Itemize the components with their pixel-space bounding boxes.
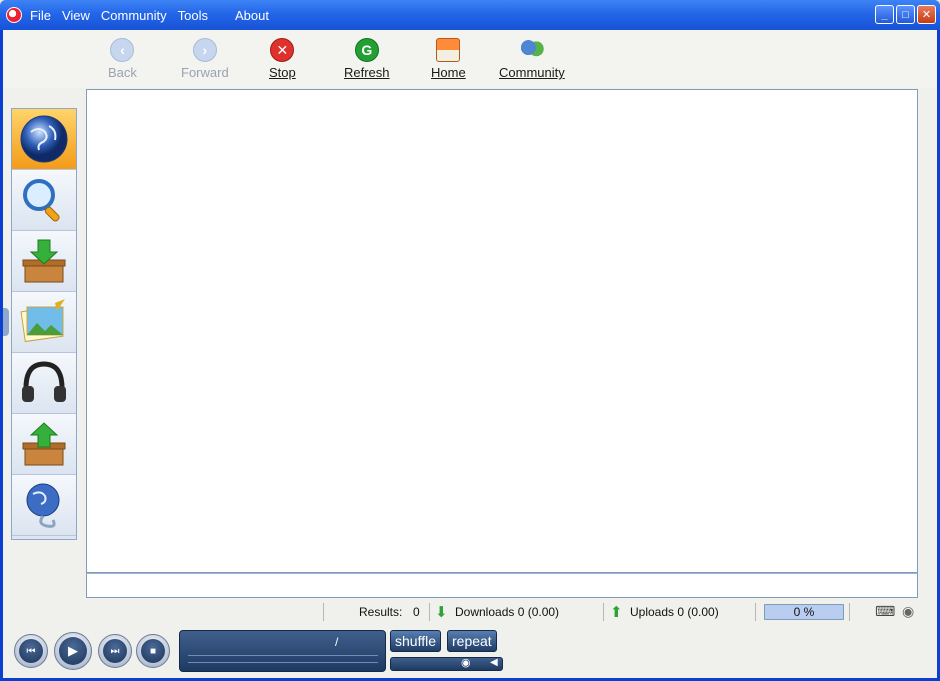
status-bar: Results: 0 ⬇ Downloads 0 (0.00) ⬆ Upload… [3,600,937,624]
community-button[interactable]: Community [499,38,565,80]
maximize-button[interactable]: □ [896,5,915,24]
window-controls: _ □ ✕ [875,5,936,24]
network-globe-icon [26,483,60,528]
magnifier-icon [23,179,60,222]
play-button[interactable]: ▶ [54,632,92,670]
sidebar-item-uploads[interactable] [12,414,76,475]
title-bar: File View Community Tools About _ □ ✕ [0,0,940,30]
app-logo-icon [6,7,22,23]
home-button[interactable]: Home [431,38,466,80]
status-separator [603,603,604,621]
download-box-icon [22,239,66,283]
community-icon [519,38,544,62]
results-count: 0 [413,605,420,619]
sidebar-item-search[interactable] [12,170,76,231]
media-player-bar: ⏮ ▶ ⏭ ■ / shuffle repeat ◉ ◀ [3,624,937,678]
uploads-status: Uploads 0 (0.00) [630,605,719,619]
stop-playback-button[interactable]: ■ [136,634,170,668]
upload-arrow-icon: ⬆ [610,604,623,621]
status-separator [755,603,756,621]
status-separator [323,603,324,621]
home-icon [436,38,461,62]
sidebar-item-browse[interactable] [12,109,76,170]
next-icon: ⏭ [103,639,127,663]
menu-file[interactable]: File [30,8,51,23]
back-arrow-icon: ‹ [110,38,135,62]
sidebar-item-media-player[interactable] [12,353,76,414]
toolbar: ‹ Back › Forward ✕ Stop G Refresh Home C… [3,30,937,88]
stop-button[interactable]: ✕ Stop [269,38,296,80]
volume-knob-icon[interactable]: ◉ [461,656,471,669]
menu-community[interactable]: Community [101,8,167,23]
speaker-icon: ◀ [490,657,498,668]
menu-view[interactable]: View [62,8,90,23]
shuffle-button[interactable]: shuffle [390,630,441,652]
volume-slider[interactable]: ◉ ◀ [390,657,503,671]
sidebar-item-library[interactable] [12,292,76,353]
track-time: / [335,635,339,649]
next-track-button[interactable]: ⏭ [98,634,132,668]
picture-icon [20,299,65,343]
keyboard-icon[interactable]: ⌨ [875,603,895,620]
upload-box-icon [22,422,66,466]
connection-status-icon[interactable]: ◉ [902,603,914,620]
minimize-button[interactable]: _ [875,5,894,24]
stop-icon: ✕ [270,38,295,62]
globe-icon [20,115,68,163]
close-button[interactable]: ✕ [917,5,936,24]
sidebar-item-downloads[interactable] [12,231,76,292]
refresh-button[interactable]: G Refresh [344,38,390,80]
menu-tools[interactable]: Tools [178,8,208,23]
menu-about[interactable]: About [235,8,269,23]
downloads-status: Downloads 0 (0.00) [455,605,560,619]
seek-bar[interactable] [188,655,378,656]
repeat-button[interactable]: repeat [447,630,497,652]
headphones-icon [22,361,66,402]
previous-track-button[interactable]: ⏮ [14,634,48,668]
sidebar-item-network[interactable] [12,475,76,536]
stop-square-icon: ■ [141,639,165,663]
back-button[interactable]: ‹ Back [108,38,137,80]
bottom-info-pane [86,573,918,598]
results-label: Results: [359,605,403,619]
sidebar [11,108,77,540]
forward-button[interactable]: › Forward [181,38,229,80]
download-arrow-icon: ⬇ [435,604,448,621]
previous-icon: ⏮ [19,639,43,663]
app-window: File View Community Tools About _ □ ✕ ‹ … [0,0,940,681]
refresh-icon: G [354,38,379,62]
status-separator [429,603,430,621]
main-content-pane [86,89,918,573]
track-display: / [179,630,386,672]
play-icon: ▶ [59,637,87,665]
display-divider [188,662,378,663]
status-separator [849,603,850,621]
forward-arrow-icon: › [192,38,217,62]
sidebar-collapse-handle[interactable] [3,308,9,336]
overall-progress-bar: 0 % [764,604,844,620]
